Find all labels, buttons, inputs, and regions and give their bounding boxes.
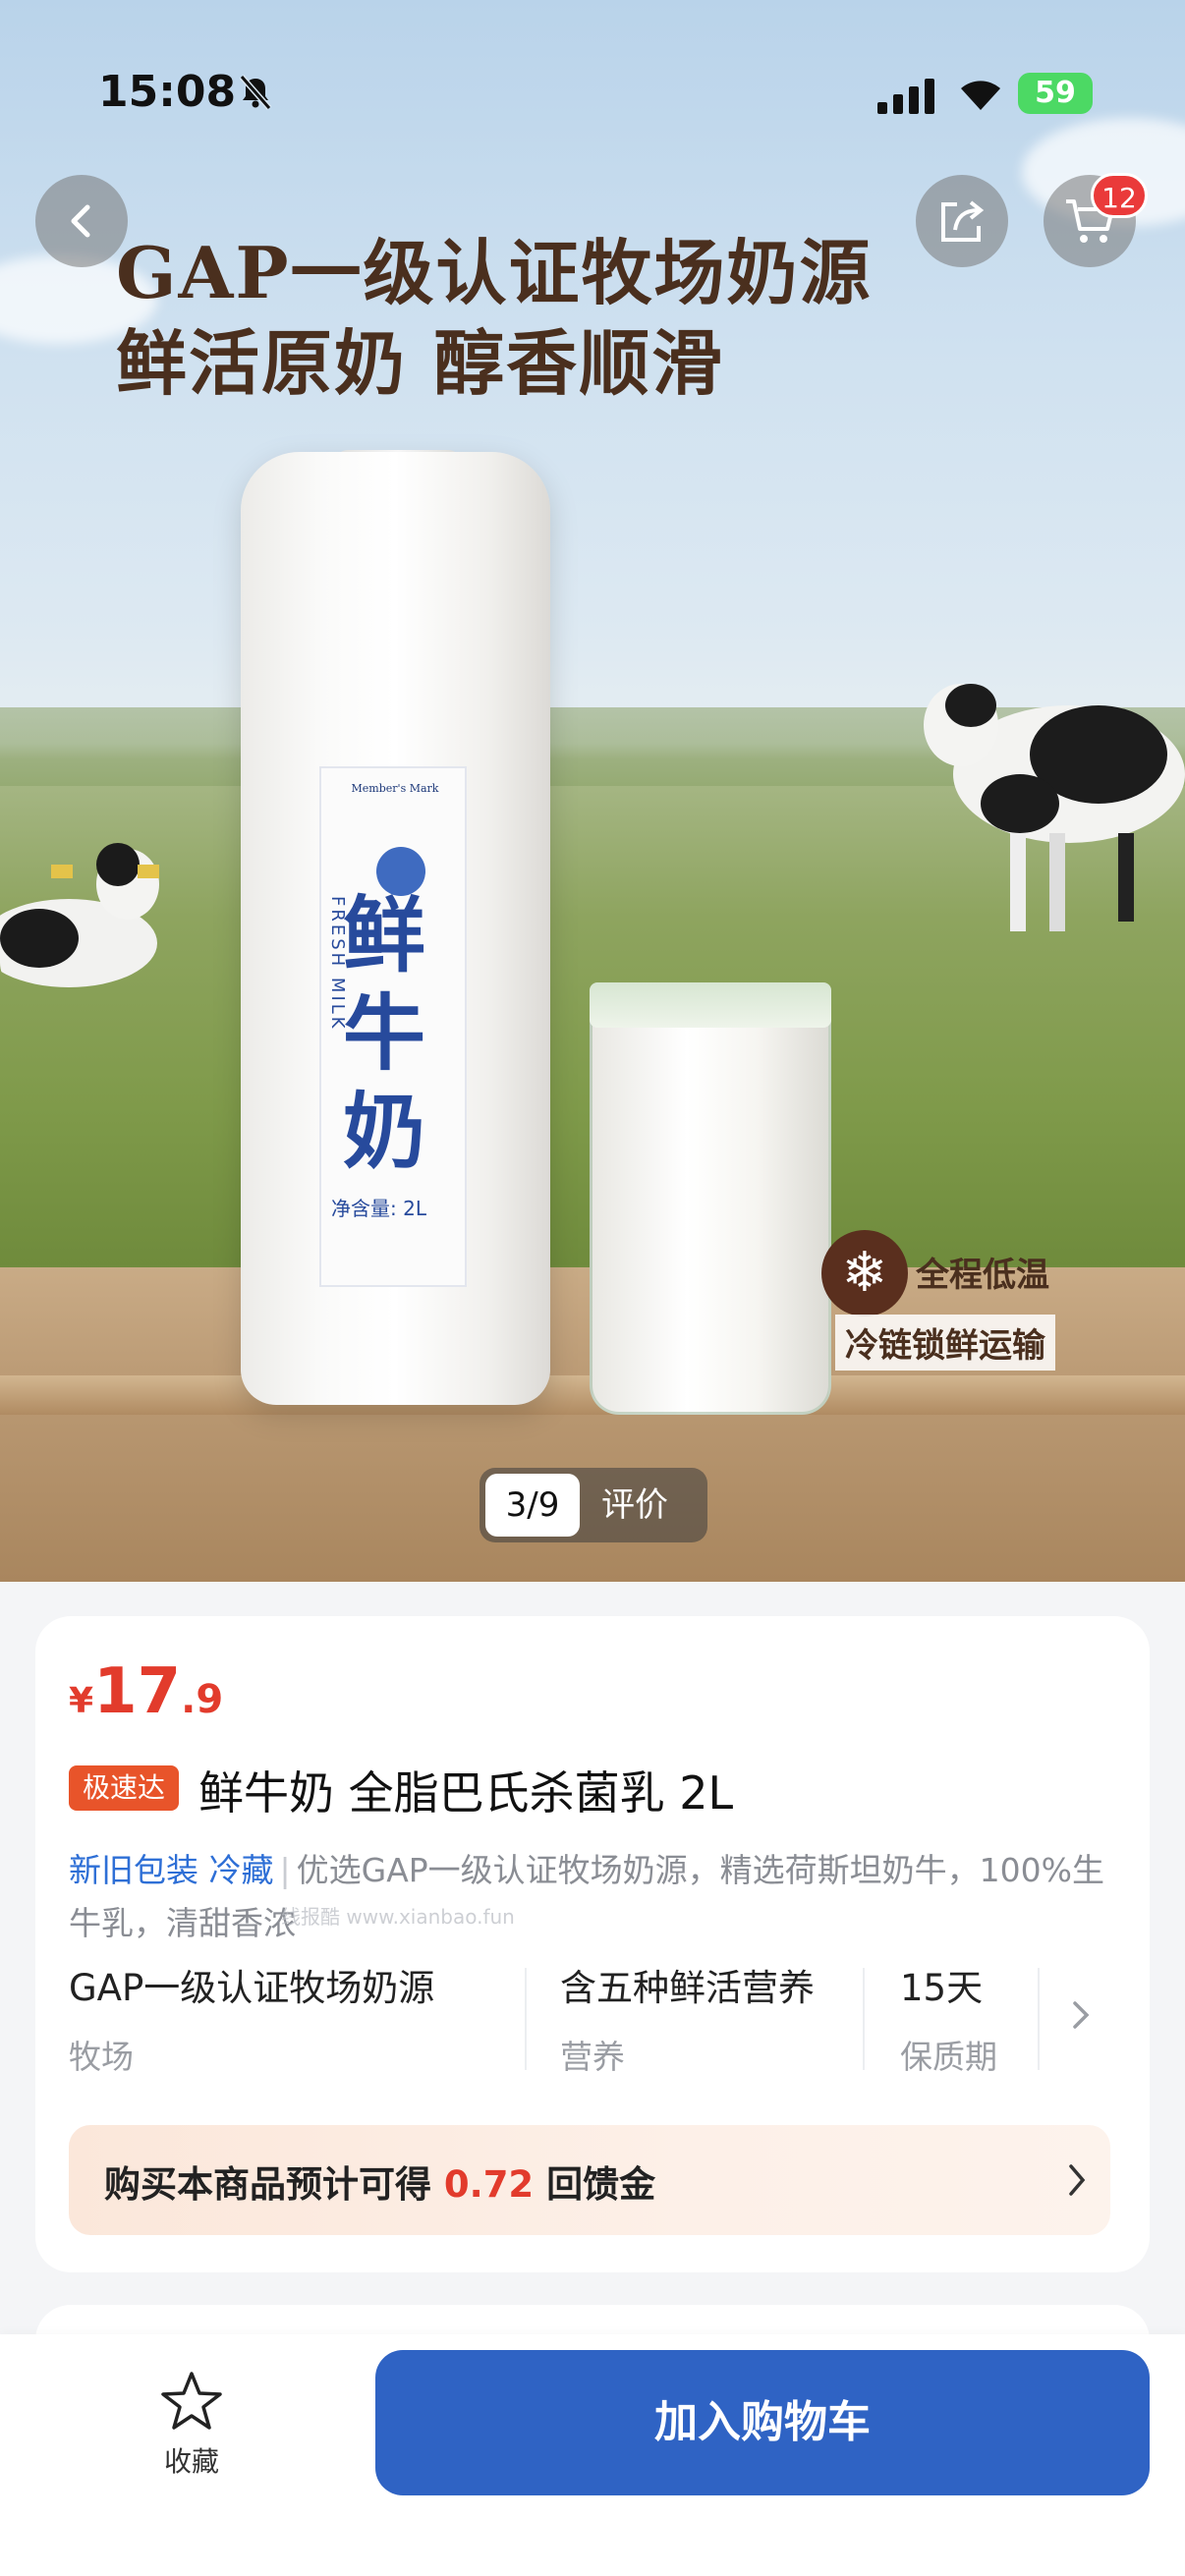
attribute-shelf-life: 15天 保质期	[900, 1958, 997, 2076]
label-brand: Member's Mark	[351, 782, 439, 795]
attribute-ranch: GAP一级认证牧场奶源 牧场	[69, 1958, 434, 2076]
attribute-nutrition: 含五种鲜活营养 营养	[560, 1958, 815, 2076]
product-description: 新旧包装 冷藏 | 优选GAP一级认证牧场奶源，精选荷斯坦奶牛，100%生牛乳，清甜…	[69, 1844, 1110, 1950]
watermark: 线报酷 www.xianbao.fun	[281, 1905, 515, 1929]
cashback-suffix: 回馈金	[546, 2163, 656, 2206]
bottle-label: Member's Mark FRESH MILK 鲜牛奶 净含量: 2L	[319, 766, 467, 1287]
express-delivery-tag: 极速达	[69, 1765, 180, 1811]
star-icon	[161, 2372, 222, 2430]
review-link[interactable]: 评价	[601, 1476, 668, 1535]
snowflake-icon: ❄	[821, 1230, 908, 1316]
add-to-cart-button[interactable]: 加入购物车	[375, 2350, 1150, 2495]
cashback-banner[interactable]: 购买本商品预计可得 0.72 回馈金	[69, 2125, 1110, 2235]
tag-refrigerated[interactable]: 冷藏	[209, 1851, 274, 1889]
product-attributes[interactable]: GAP一级认证牧场奶源 牧场 含五种鲜活营养 营养 15天 保质期	[69, 1958, 1110, 2076]
attribute-key: 营养	[560, 2038, 625, 2076]
wifi-icon	[961, 81, 1000, 110]
tag-new-old-package[interactable]: 新旧包装	[69, 1851, 198, 1889]
favorite-label: 收藏	[163, 2445, 219, 2478]
price-integer: 17	[93, 1655, 182, 1728]
label-product-name: 鲜牛奶	[343, 886, 426, 1180]
divider: |	[279, 1851, 291, 1889]
glass-rim	[590, 982, 831, 1028]
product-image-gallery[interactable]: GAP一级认证牧场奶源 鲜活原奶 醇香顺滑 Member's Mark FRES…	[0, 0, 1185, 1582]
cold-chain-line-1: 全程低温	[916, 1256, 1049, 1295]
price-decimal: .9	[181, 1677, 224, 1722]
share-button[interactable]	[916, 175, 1008, 267]
cow-left-image	[0, 843, 159, 987]
cow-right-image	[924, 684, 1185, 931]
divider	[1038, 1968, 1040, 2070]
back-button[interactable]	[35, 175, 128, 267]
product-title: 鲜牛奶 全脂巴氏杀菌乳 2L	[198, 1766, 734, 1820]
bottom-action-bar: 收藏 加入购物车	[0, 2334, 1185, 2576]
headline-line-1: GAP一级认证牧场奶源	[116, 231, 873, 314]
bell-muted-icon	[239, 75, 272, 110]
favorite-button[interactable]: 收藏	[138, 2370, 246, 2480]
cold-chain-line-2: 冷链锁鲜运输	[835, 1315, 1055, 1371]
attribute-value: GAP一级认证牧场奶源	[69, 1967, 435, 2009]
cashback-text: 购买本商品预计可得 0.72 回馈金	[104, 2155, 655, 2208]
chevron-left-icon	[71, 204, 90, 238]
attribute-value: 含五种鲜活营养	[560, 1967, 815, 2009]
price-currency: ¥	[69, 1681, 94, 1721]
cart-count-badge: 12	[1091, 173, 1148, 218]
attribute-key: 牧场	[69, 2038, 134, 2076]
status-bar: 15:08 59	[0, 0, 1185, 147]
cold-chain-badge: ❄ 全程低温 冷链锁鲜运输	[821, 1230, 1067, 1377]
divider	[863, 1968, 865, 2070]
product-price: ¥17.9	[69, 1655, 223, 1728]
status-time: 15:08	[98, 67, 237, 117]
share-icon	[941, 200, 985, 242]
page-indicator: 3/9	[485, 1474, 580, 1537]
attribute-key: 保质期	[900, 2038, 997, 2076]
milk-glass-image	[590, 982, 831, 1415]
chevron-right-icon	[1069, 2164, 1086, 2196]
chevron-right-icon	[1073, 2001, 1090, 2029]
cellular-signal-icon	[877, 79, 934, 114]
attribute-value: 15天	[900, 1967, 984, 2009]
label-net-content: 净含量: 2L	[331, 1197, 426, 1220]
headline-line-2: 鲜活原奶 醇香顺滑	[116, 321, 725, 405]
cashback-prefix: 购买本商品预计可得	[104, 2163, 431, 2206]
cashback-amount: 0.72	[443, 2163, 535, 2206]
battery-indicator: 59	[1018, 73, 1093, 114]
product-info-card: ¥17.9 极速达 鲜牛奶 全脂巴氏杀菌乳 2L 新旧包装 冷藏 | 优选GAP一级…	[35, 1616, 1150, 2272]
divider	[525, 1968, 527, 2070]
gallery-pager[interactable]: 3/9 评价	[480, 1468, 707, 1542]
hero-headline: GAP一级认证牧场奶源 鲜活原奶 醇香顺滑	[116, 228, 873, 409]
